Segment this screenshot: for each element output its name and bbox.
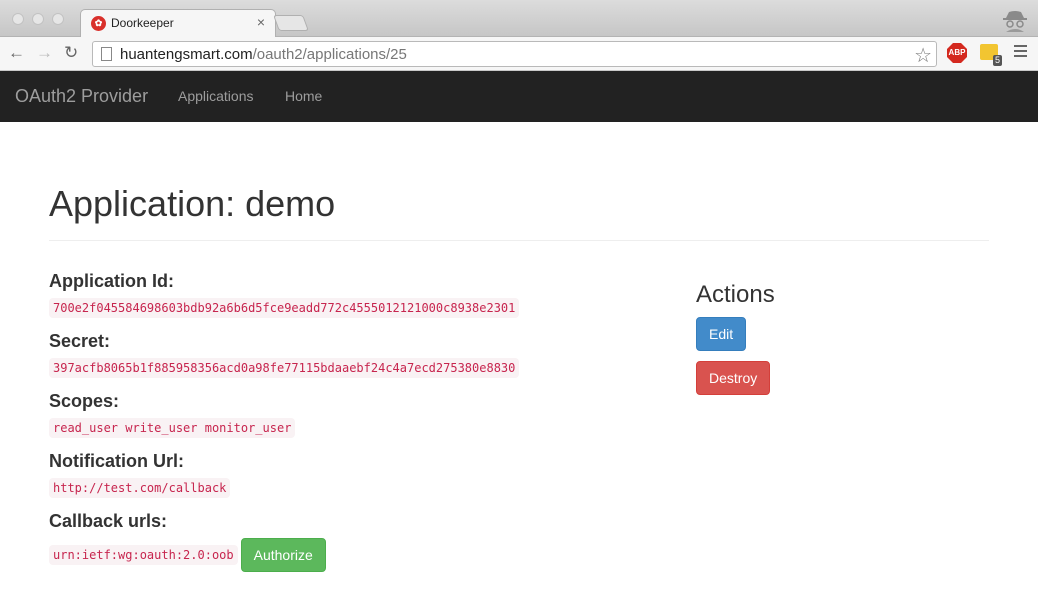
url-text: huantengsmart.com/oauth2/applications/25 — [120, 46, 407, 63]
notification-url-field: Notification Url: http://test.com/callba… — [49, 450, 649, 498]
menu-icon[interactable] — [1014, 45, 1027, 60]
secret-label: Secret: — [49, 331, 111, 351]
back-arrow-icon[interactable]: ← — [8, 43, 25, 63]
application-id-field: Application Id: 700e2f045584698603bdb92a… — [49, 270, 649, 318]
notification-url-label: Notification Url: — [49, 451, 184, 471]
nav-link-home[interactable]: Home — [285, 88, 322, 104]
notification-url-value: http://test.com/callback — [49, 478, 231, 498]
address-bar[interactable]: huantengsmart.com/oauth2/applications/25… — [92, 41, 937, 67]
bookmark-star-icon[interactable]: ☆ — [914, 43, 932, 68]
minimize-window-button[interactable] — [32, 13, 44, 25]
callback-url-value: urn:ietf:wg:oauth:2.0:oob — [49, 545, 238, 565]
application-details: Application Id: 700e2f045584698603bdb92a… — [49, 270, 649, 584]
reload-icon[interactable]: ↻ — [64, 43, 78, 63]
scopes-value: read_user write_user monitor_user — [49, 418, 296, 438]
navbar-brand[interactable]: OAuth2 Provider — [15, 86, 148, 107]
maximize-window-button[interactable] — [52, 13, 64, 25]
edit-button[interactable]: Edit — [696, 317, 747, 351]
tab-title: Doorkeeper — [111, 16, 174, 30]
title-divider — [49, 240, 989, 241]
callback-urls-label: Callback urls: — [49, 511, 168, 531]
extension-icon[interactable]: 5 — [980, 44, 1002, 66]
page-title: Application: demo — [49, 183, 336, 224]
callback-row: urn:ietf:wg:oauth:2.0:oob Authorize — [49, 538, 649, 572]
authorize-button[interactable]: Authorize — [240, 538, 326, 572]
adblock-plus-icon[interactable]: ABP — [947, 43, 967, 63]
new-tab-button[interactable] — [273, 15, 309, 31]
scopes-field: Scopes: read_user write_user monitor_use… — [49, 390, 649, 438]
page-icon — [101, 47, 112, 61]
secret-field: Secret: 397acfb8065b1f885958356acd0a98fe… — [49, 330, 649, 378]
doorkeeper-favicon-icon: ✿ — [91, 16, 106, 31]
browser-toolbar: ← → ↻ huantengsmart.com/oauth2/applicati… — [0, 37, 1038, 71]
forward-arrow-icon[interactable]: → — [36, 43, 53, 63]
application-id-label: Application Id: — [49, 271, 174, 291]
incognito-icon — [1003, 11, 1027, 32]
close-window-button[interactable] — [12, 13, 24, 25]
actions-heading: Actions — [696, 281, 775, 308]
actions-panel: Actions Edit Destroy — [696, 282, 775, 395]
application-id-value: 700e2f045584698603bdb92a6b6d5fce9eadd772… — [49, 298, 520, 318]
callback-urls-field: Callback urls: urn:ietf:wg:oauth:2.0:oob… — [49, 510, 649, 572]
browser-tab[interactable]: ✿ Doorkeeper × — [80, 9, 276, 37]
extension-badge: 5 — [992, 55, 1002, 66]
close-tab-icon[interactable]: × — [257, 14, 265, 30]
app-navbar: OAuth2 Provider Applications Home — [0, 71, 1038, 122]
nav-link-applications[interactable]: Applications — [178, 88, 254, 104]
destroy-button[interactable]: Destroy — [696, 361, 771, 395]
browser-titlebar: ✿ Doorkeeper × — [0, 0, 1038, 37]
secret-value: 397acfb8065b1f885958356acd0a98fe77115bda… — [49, 358, 520, 378]
scopes-label: Scopes: — [49, 391, 120, 411]
main-content: Application: demo Application Id: 700e2f… — [49, 122, 989, 572]
